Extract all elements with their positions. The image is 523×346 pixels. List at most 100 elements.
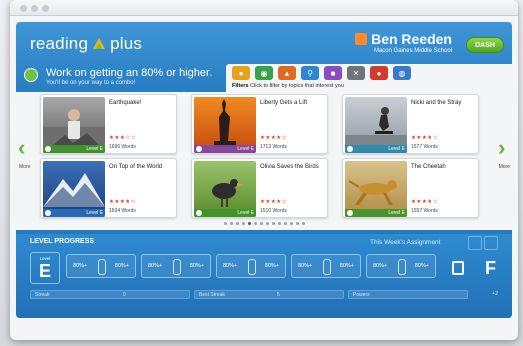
filter-icons: ● ◉ ▲ ⚲ ■ ✕ ● ◍ — [232, 66, 411, 80]
page-dot[interactable] — [259, 222, 263, 225]
page-dot-active[interactable] — [247, 222, 251, 225]
page-dot[interactable] — [271, 222, 275, 225]
story-rating: ★★★★☆ — [109, 199, 137, 205]
level-progress-title: LEVEL PROGRESS — [30, 238, 95, 245]
level-tag: Level E — [388, 210, 405, 216]
logo-text-reading: reading — [30, 34, 89, 53]
page-dot[interactable] — [295, 222, 299, 225]
user-info: Ben Reeden Macon Gaines Middle School — [355, 31, 452, 54]
story-browser: ‹ More › More Level E Earthquake! ★★★☆☆ … — [16, 92, 512, 230]
history-icon[interactable]: ▲ — [278, 66, 296, 80]
arts-icon[interactable]: ■ — [324, 66, 342, 80]
story-card[interactable]: Level E Olivia Saves the Birds ★★★★☆ 151… — [191, 158, 328, 218]
story-title: Earthquake! — [109, 100, 142, 106]
goal-subtext: You'll be on your way to a combo! — [46, 80, 136, 86]
page-dot[interactable] — [253, 222, 257, 225]
current-level: E — [38, 261, 51, 281]
sports-icon[interactable]: ● — [370, 66, 388, 80]
story-title: Liberty Gets a Lift — [260, 100, 308, 106]
story-thumbnail: Level E — [43, 97, 105, 153]
search-icon[interactable]: ⚲ — [301, 66, 319, 80]
pct-label: 80%+ — [339, 263, 354, 269]
story-thumbnail: Level E — [194, 161, 256, 217]
more-right-label[interactable]: More — [499, 164, 510, 170]
next-arrow-icon[interactable]: › — [498, 137, 510, 159]
story-card[interactable]: Level E Earthquake! ★★★☆☆ 1696 Words — [40, 94, 177, 154]
world-icon[interactable]: ◍ — [393, 66, 411, 80]
page-dot[interactable] — [235, 222, 239, 225]
page-dot[interactable] — [241, 222, 245, 225]
logo-text-plus: plus — [110, 34, 143, 53]
reading-plus-logo[interactable]: reading plus — [30, 34, 142, 54]
dash-button[interactable]: DASH — [466, 37, 504, 53]
page-dot[interactable] — [277, 222, 281, 225]
app-header: reading plus Ben Reeden Macon Gaines Mid… — [16, 22, 512, 62]
previous-arrow-icon[interactable]: ‹ — [18, 137, 30, 159]
word-count: 1713 Words — [260, 144, 287, 150]
level-band: Level E — [345, 209, 407, 217]
window-close-dot[interactable] — [20, 5, 27, 12]
goal-headline: Work on getting an 80% or higher. — [46, 67, 213, 79]
science-icon[interactable]: ● — [232, 66, 250, 80]
best-streak-label: Best Streak — [199, 292, 225, 298]
story-thumbnail: Level E — [345, 97, 407, 153]
science-icon — [45, 146, 51, 152]
page-dot[interactable] — [229, 222, 233, 225]
progress-knob — [248, 259, 256, 275]
user-name-text: Ben Reeden — [371, 31, 452, 47]
assignment-slot[interactable] — [484, 236, 498, 250]
level-band: Level E — [43, 145, 105, 153]
level-band: Level E — [194, 209, 256, 217]
tools-icon[interactable]: ✕ — [347, 66, 365, 80]
speaker-icon[interactable] — [24, 68, 38, 82]
level-tag: Level E — [388, 146, 405, 152]
story-title: Nicki and the Stray — [411, 100, 462, 106]
pct-label: 80%+ — [264, 263, 279, 269]
story-rating: ★★★★☆ — [411, 135, 439, 141]
user-school: Macon Gaines Middle School — [373, 48, 452, 54]
filters-label: Filters Click to filter by topics that i… — [232, 83, 344, 89]
best-streak-value: 5 — [277, 292, 280, 298]
word-count: 1557 Words — [411, 208, 438, 214]
story-card[interactable]: Level E The Cheetah ★★★★☆ 1557 Words — [342, 158, 479, 218]
page-dot[interactable] — [283, 222, 287, 225]
window-minimize-dot[interactable] — [31, 5, 38, 12]
page-dot[interactable] — [223, 222, 227, 225]
level-band: Level E — [43, 209, 105, 217]
page-dot[interactable] — [301, 222, 305, 225]
progress-segment: 80%+ 80%+ — [291, 254, 361, 278]
streak-label: Streak — [35, 292, 50, 298]
story-card[interactable]: Level E Liberty Gets a Lift ★★★★☆ 1713 W… — [191, 94, 328, 154]
more-left-label[interactable]: More — [19, 164, 30, 170]
story-card[interactable]: Level E On Top of the World ★★★★☆ 1634 W… — [40, 158, 177, 218]
word-count: 1634 Words — [109, 208, 136, 214]
level-tag: Level E — [86, 146, 103, 152]
pct-label: 80%+ — [414, 263, 429, 269]
reading-plus-app: reading plus Ben Reeden Macon Gaines Mid… — [16, 22, 512, 318]
window-zoom-dot[interactable] — [42, 5, 49, 12]
next-level: F — [452, 256, 496, 280]
story-title: The Cheetah — [411, 164, 446, 170]
story-card[interactable]: Level E Nicki and the Stray ★★★★☆ 1577 W… — [342, 94, 479, 154]
powers-stat: Powers — [348, 290, 468, 299]
assignment-slot[interactable] — [468, 236, 482, 250]
story-thumbnail: Level E — [345, 161, 407, 217]
word-count: 1696 Words — [109, 144, 136, 150]
world-icon — [45, 210, 51, 216]
progress-knob — [398, 259, 406, 275]
page-dot[interactable] — [289, 222, 293, 225]
powers-label: Powers — [353, 292, 370, 298]
progress-segment: 80%+ 80%+ — [366, 254, 436, 278]
page-dot[interactable] — [265, 222, 269, 225]
progress-knob — [98, 259, 106, 275]
progress-knob — [173, 259, 181, 275]
window-titlebar — [10, 0, 518, 16]
sports-icon — [347, 146, 353, 152]
pct-label: 80%+ — [148, 263, 163, 269]
user-avatar-icon — [355, 33, 368, 45]
level-tag: Level E — [237, 210, 254, 216]
earth-icon[interactable]: ◉ — [255, 66, 273, 80]
level-tag: Level E — [237, 146, 254, 152]
level-band: Level E — [345, 145, 407, 153]
earth-icon — [196, 210, 202, 216]
